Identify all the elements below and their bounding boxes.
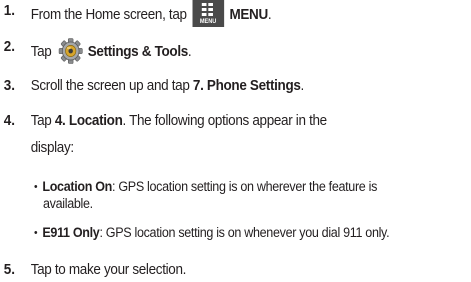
step-text-before: From the Home screen, tap [30,7,187,23]
step-bold-label: 7. Phone Settings [192,78,301,94]
option-description: : GPS location setting is on wherever th… [112,179,378,194]
step-text: From the Home screen, tap MENU MENU. [31,0,272,27]
option-label: E911 Only [42,225,100,240]
step-text-before: Tap [30,113,55,129]
step-number: 2. [3,39,15,55]
menu-icon: MENU [192,0,224,27]
step-text-before: Tap [30,44,52,60]
step-text: Tap Settings & Tools. [31,36,192,64]
settings-gear-icon [59,38,83,64]
step-text-after: . [300,78,305,94]
step-bold-label: MENU [229,7,268,23]
step-number: 3. [3,78,15,94]
step-bold-label: 4. Location [54,113,123,129]
bullet: • [34,227,38,239]
instruction-document: 1. From the Home screen, tap MENU MENU. 2.… [0,0,471,282]
step-continuation-text: display: [30,140,74,156]
step-text: Tap 4. Location. The following options a… [31,110,327,132]
bullet: • [34,181,38,193]
step-text-after: . [267,7,272,23]
option-description-continuation: available. [43,196,93,211]
option-e911-only: • E911 Only: GPS location setting is on w… [34,224,390,242]
step-number: 5. [3,262,15,278]
step-number: 4. [3,113,15,129]
step-text: Tap to make your selection. [30,262,187,278]
step-text-after: . The following options appear in the [122,113,327,129]
step-number: 1. [3,3,15,19]
option-location-on-continuation: available. [43,195,93,212]
step-text-before: Scroll the screen up and tap [30,78,193,94]
step-text-after: . [187,44,192,60]
option-label: Location On [42,179,113,194]
menu-icon-caption: MENU [199,19,217,25]
option-description: : GPS location setting is on whenever yo… [99,225,390,240]
step-bold-label: Settings & Tools [87,44,189,60]
step-text: Scroll the screen up and tap 7. Phone Se… [30,75,305,97]
option-location-on: • Location On: GPS location setting is on… [34,178,377,196]
